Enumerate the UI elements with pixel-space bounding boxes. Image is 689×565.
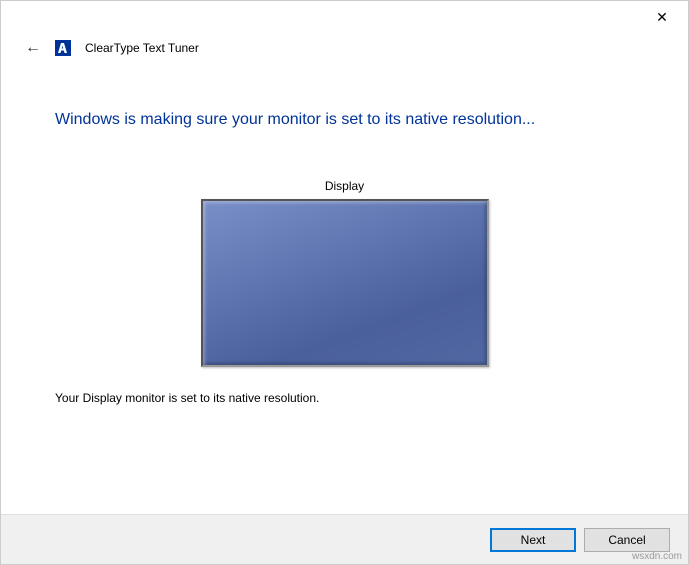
window-title: ClearType Text Tuner — [85, 41, 199, 55]
next-button[interactable]: Next — [490, 528, 576, 552]
main-content: Windows is making sure your monitor is s… — [1, 63, 688, 405]
page-heading: Windows is making sure your monitor is s… — [55, 111, 634, 129]
back-button[interactable]: ← — [25, 40, 41, 56]
close-button[interactable]: ✕ — [640, 3, 684, 31]
window-header: ← ClearType Text Tuner — [1, 33, 688, 63]
title-bar: ✕ — [1, 1, 688, 33]
wizard-footer: Next Cancel — [1, 514, 688, 564]
display-preview-area: Display — [55, 179, 634, 367]
app-icon — [55, 40, 71, 56]
arrow-left-icon: ← — [25, 39, 41, 56]
status-text: Your Display monitor is set to its nativ… — [55, 391, 634, 405]
close-icon: ✕ — [656, 9, 668, 26]
cancel-button[interactable]: Cancel — [584, 528, 670, 552]
display-label: Display — [55, 179, 634, 193]
monitor-preview[interactable] — [201, 199, 489, 367]
